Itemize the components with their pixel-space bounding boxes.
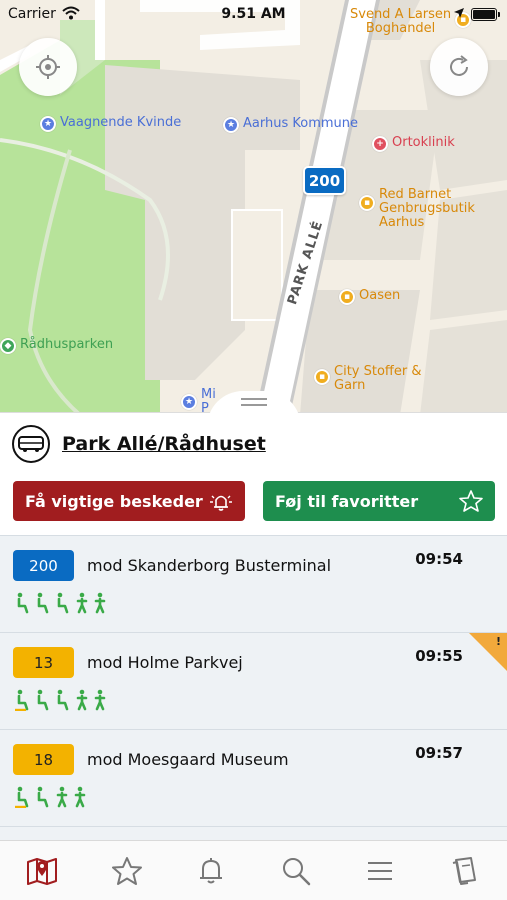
occupancy-indicator	[14, 592, 108, 614]
park-icon: ◆	[0, 338, 16, 354]
departure-destination: mod Moesgaard Museum	[87, 750, 289, 769]
seated-person-icon	[37, 786, 49, 808]
tab-favorites[interactable]	[97, 846, 157, 896]
departure-time: 09:57	[415, 744, 463, 762]
poi-vaagnende-kvinde[interactable]: ★ Vaagnende Kvinde	[40, 116, 181, 132]
seated-person-icon	[17, 592, 29, 614]
shop-icon: ▪	[339, 289, 355, 305]
refresh-button[interactable]	[430, 38, 488, 96]
departure-destination: mod Skanderborg Busterminal	[87, 556, 332, 575]
standing-person-icon	[74, 786, 86, 808]
standing-person-icon	[56, 786, 68, 808]
seated-person-icon	[15, 786, 29, 808]
bus-icon	[12, 425, 50, 463]
map-pin-icon	[27, 857, 58, 885]
shop-icon: ▪	[359, 195, 375, 211]
tab-map[interactable]	[12, 846, 72, 896]
poi-oasen[interactable]: ▪ Oasen	[339, 289, 400, 305]
departure-row[interactable]: 18 mod Moesgaard Museum 09:57	[0, 729, 507, 826]
tab-menu[interactable]	[350, 846, 410, 896]
occupancy-indicator	[14, 786, 88, 808]
ticket-icon	[452, 856, 476, 885]
poi-city-stoffer[interactable]: ▪ City Stoffer & Garn	[314, 365, 421, 393]
star-icon	[459, 490, 483, 512]
departure-time: 09:54	[415, 550, 463, 568]
warning-icon: !	[495, 635, 501, 648]
poi-raadhusparken[interactable]: ◆ Rådhusparken	[0, 338, 113, 354]
shop-icon: ▪	[314, 369, 330, 385]
menu-icon	[368, 861, 393, 880]
star-icon	[111, 856, 142, 885]
departure-destination: mod Holme Parkvej	[87, 653, 243, 672]
standing-person-icon	[76, 592, 88, 614]
tab-search[interactable]	[266, 846, 326, 896]
standing-person-icon	[94, 592, 106, 614]
tab-alerts[interactable]	[181, 846, 241, 896]
warning-corner[interactable]	[469, 633, 507, 671]
crosshair-icon	[36, 55, 60, 79]
stop-sheet: Park Allé/Rådhuset Få vigtige beskeder F…	[0, 391, 507, 841]
drag-handle-icon[interactable]	[241, 398, 267, 406]
star-landmark-icon: ★	[223, 117, 239, 133]
status-bar: Carrier 9.51 AM	[0, 0, 507, 30]
departure-row-partial[interactable]	[0, 826, 507, 841]
departure-row[interactable]: 200 mod Skanderborg Busterminal 09:54	[0, 535, 507, 632]
standing-person-icon	[94, 689, 106, 711]
tab-tickets[interactable]	[435, 846, 495, 896]
poi-red-barnet[interactable]: ▪ Red Barnet Genbrugsbutik Aarhus	[359, 188, 475, 230]
battery-icon	[471, 8, 500, 21]
star-landmark-icon: ★	[181, 394, 197, 410]
seated-person-icon	[15, 689, 29, 711]
map-view[interactable]: Svend A Larsen Boghandel ▪ ★ Vaagnende K…	[0, 0, 507, 415]
refresh-icon	[450, 55, 468, 76]
route-marker[interactable]: 200	[303, 166, 346, 195]
alarm-bell-icon	[210, 495, 232, 511]
occupancy-indicator	[14, 689, 108, 711]
bell-icon	[200, 857, 223, 883]
seated-person-icon	[37, 592, 49, 614]
search-icon	[282, 857, 310, 885]
seated-person-icon	[57, 689, 69, 711]
stop-name[interactable]: Park Allé/Rådhuset	[62, 433, 266, 455]
departure-row[interactable]: 13 mod Holme Parkvej 09:55 !	[0, 632, 507, 729]
line-badge: 200	[13, 550, 74, 581]
add-favorite-button[interactable]: Føj til favoritter	[263, 481, 495, 521]
standing-person-icon	[76, 689, 88, 711]
health-icon: +	[372, 136, 388, 152]
stop-header: Park Allé/Rådhuset	[12, 425, 266, 463]
line-badge: 18	[13, 744, 74, 775]
poi-aarhus-kommune[interactable]: ★ Aarhus Kommune	[223, 117, 358, 133]
status-time: 9.51 AM	[221, 6, 286, 22]
departure-time: 09:55	[415, 647, 463, 665]
seated-person-icon	[57, 592, 69, 614]
star-landmark-icon: ★	[40, 116, 56, 132]
poi-ortoklinik[interactable]: + Ortoklinik	[372, 136, 455, 152]
get-alerts-button[interactable]: Få vigtige beskeder	[13, 481, 245, 521]
locate-button[interactable]	[19, 38, 77, 96]
location-arrow-icon	[454, 8, 464, 18]
seated-person-icon	[37, 689, 49, 711]
line-badge: 13	[13, 647, 74, 678]
tab-bar	[0, 840, 507, 900]
departures-list[interactable]: 200 mod Skanderborg Busterminal 09:54 13…	[0, 535, 507, 841]
